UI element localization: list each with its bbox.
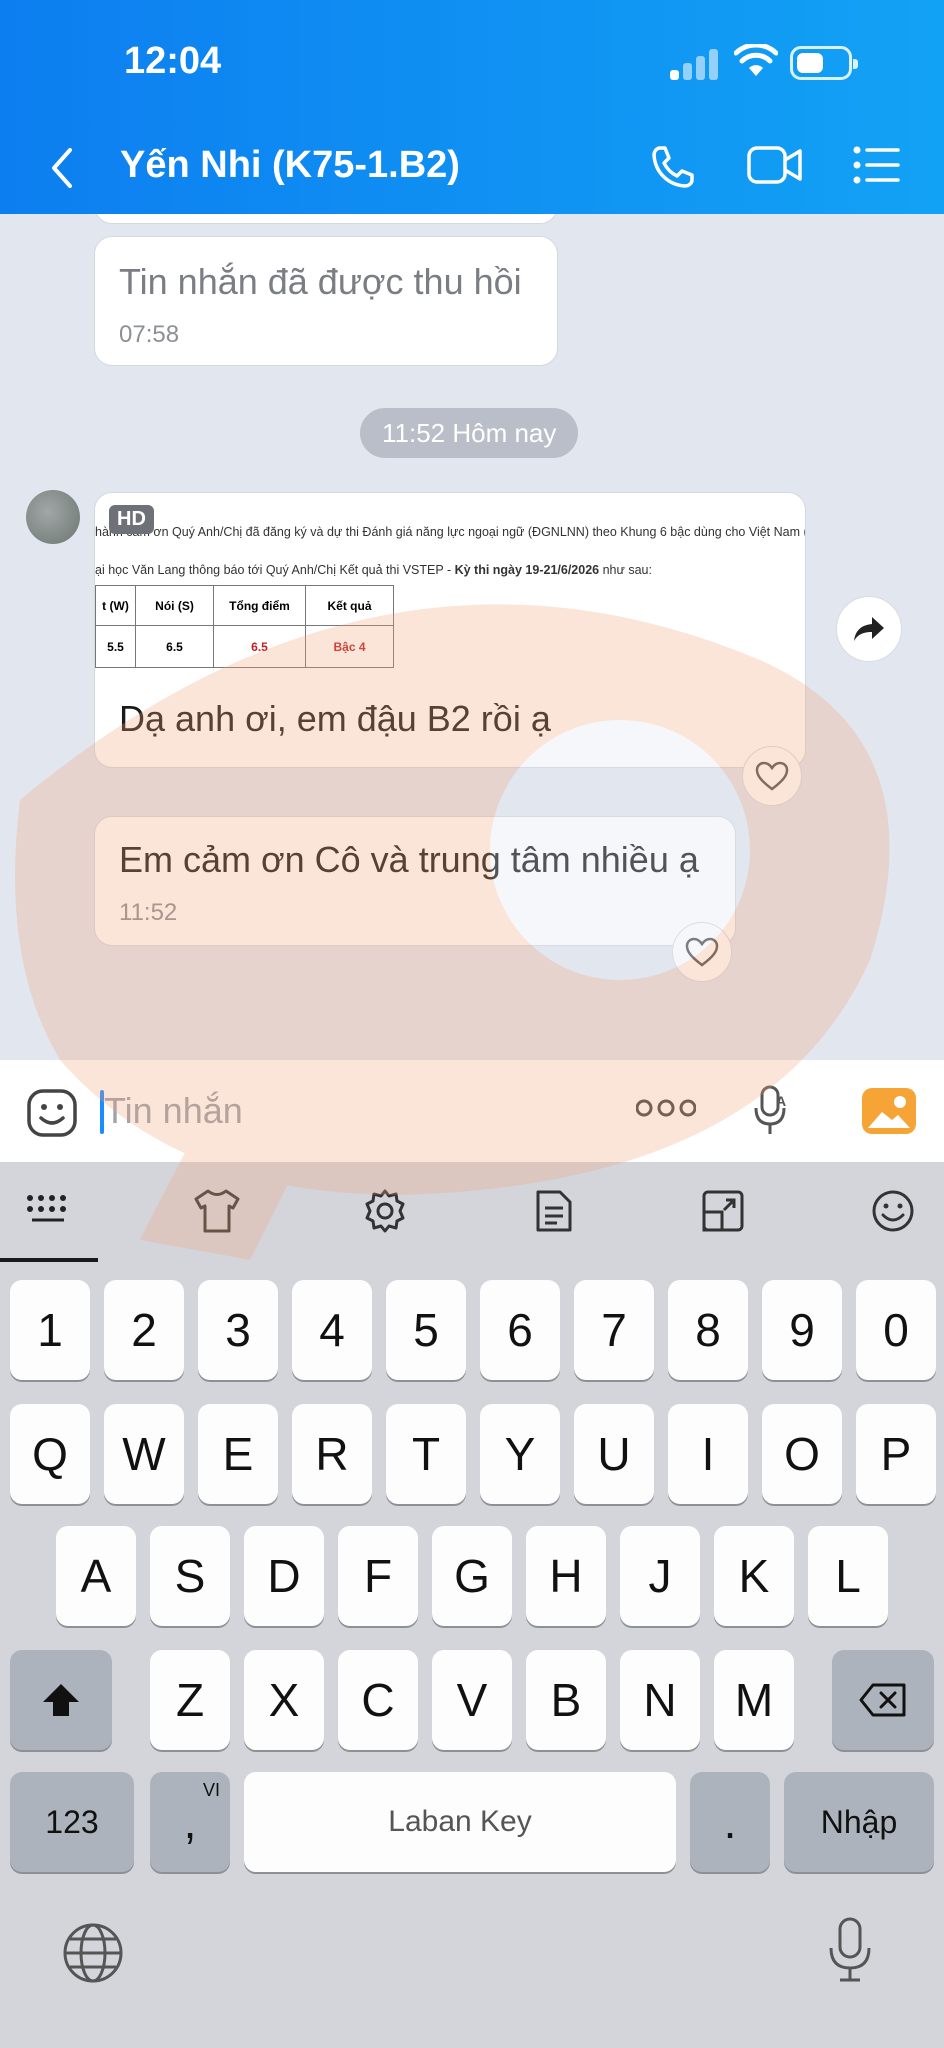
signal-icon (670, 48, 718, 80)
key-s[interactable]: S (150, 1526, 230, 1626)
key-5[interactable]: 5 (386, 1280, 466, 1380)
key-n[interactable]: N (620, 1650, 700, 1750)
image-message[interactable]: hành cảm ơn Quý Anh/Chị đã đăng ký và dự… (94, 492, 806, 768)
clipboard-icon[interactable] (534, 1188, 574, 1234)
wifi-icon (734, 44, 778, 76)
key-x[interactable]: X (244, 1650, 324, 1750)
key-b[interactable]: B (526, 1650, 606, 1750)
video-icon[interactable] (746, 142, 804, 188)
previous-message-bubble (94, 214, 558, 224)
menu-icon[interactable] (852, 142, 902, 188)
key-8[interactable]: 8 (668, 1280, 748, 1380)
share-button[interactable] (836, 596, 902, 662)
status-time: 12:04 (124, 40, 222, 82)
key-g[interactable]: G (432, 1526, 512, 1626)
backspace-key[interactable] (832, 1650, 934, 1750)
key-6[interactable]: 6 (480, 1280, 560, 1380)
react-button[interactable] (672, 922, 732, 982)
react-button[interactable] (742, 746, 802, 806)
message-time: 11:52 (119, 899, 178, 926)
sticker-icon[interactable] (26, 1088, 78, 1138)
recalled-text: Tin nhắn đã được thu hồi (119, 261, 522, 302)
key-o[interactable]: O (762, 1404, 842, 1504)
key-9[interactable]: 9 (762, 1280, 842, 1380)
space-key[interactable]: Laban Key (244, 1772, 676, 1872)
key-p[interactable]: P (856, 1404, 936, 1504)
key-e[interactable]: E (198, 1404, 278, 1504)
key-f[interactable]: F (338, 1526, 418, 1626)
key-d[interactable]: D (244, 1526, 324, 1626)
key-c[interactable]: C (338, 1650, 418, 1750)
conversation-title[interactable]: Yến Nhi (K75-1.B2) (120, 144, 460, 187)
doc-line-2: ại học Văn Lang thông báo tới Quý Anh/Ch… (95, 563, 652, 577)
key-u[interactable]: U (574, 1404, 654, 1504)
key-l[interactable]: L (808, 1526, 888, 1626)
dictation-icon[interactable] (826, 1916, 874, 1984)
recalled-message[interactable]: Tin nhắn đã được thu hồi 07:58 (94, 236, 558, 366)
message-input-bar: Tin nhắn A (0, 1060, 944, 1162)
theme-icon[interactable] (192, 1188, 242, 1234)
keyboard: 1 2 3 4 5 6 7 8 9 0 Q W E R T Y U I O P … (0, 1162, 944, 2048)
key-r[interactable]: R (292, 1404, 372, 1504)
chat-header: 12:04 Yến Nhi (K75-1.B2) (0, 0, 944, 214)
key-7[interactable]: 7 (574, 1280, 654, 1380)
key-3[interactable]: 3 (198, 1280, 278, 1380)
comma-key[interactable]: , VI (150, 1772, 230, 1872)
key-t[interactable]: T (386, 1404, 466, 1504)
settings-icon[interactable] (362, 1188, 408, 1234)
key-i[interactable]: I (668, 1404, 748, 1504)
doc-line-1: hành cảm ơn Quý Anh/Chị đã đăng ký và dự… (95, 525, 806, 539)
key-z[interactable]: Z (150, 1650, 230, 1750)
text-message[interactable]: Em cảm ơn Cô và trung tâm nhiều ạ 11:52 (94, 816, 736, 946)
key-a[interactable]: A (56, 1526, 136, 1626)
hd-badge: HD (109, 505, 154, 534)
forward-icon (854, 617, 884, 641)
key-2[interactable]: 2 (104, 1280, 184, 1380)
language-indicator: VI (202, 1780, 220, 1800)
emoji-icon[interactable] (870, 1188, 916, 1234)
photo-icon[interactable] (862, 1088, 916, 1134)
key-y[interactable]: Y (480, 1404, 560, 1504)
active-tab-indicator (0, 1258, 98, 1262)
enter-key[interactable]: Nhập (784, 1772, 934, 1872)
key-v[interactable]: V (432, 1650, 512, 1750)
message-text: Em cảm ơn Cô và trung tâm nhiều ạ (119, 839, 699, 880)
resize-icon[interactable] (700, 1188, 746, 1234)
key-4[interactable]: 4 (292, 1280, 372, 1380)
keyboard-icon[interactable] (24, 1188, 74, 1232)
key-j[interactable]: J (620, 1526, 700, 1626)
back-icon[interactable] (44, 144, 80, 192)
chat-area[interactable]: Tin nhắn đã được thu hồi 07:58 11:52 Hôm… (0, 214, 944, 1060)
heart-icon (685, 937, 719, 967)
phone-icon[interactable] (648, 142, 698, 192)
globe-icon[interactable] (62, 1922, 124, 1984)
key-1[interactable]: 1 (10, 1280, 90, 1380)
image-attachment[interactable]: hành cảm ơn Quý Anh/Chị đã đăng ký và dự… (95, 493, 806, 683)
key-m[interactable]: M (714, 1650, 794, 1750)
shift-icon (43, 1684, 79, 1716)
battery-icon (790, 46, 858, 80)
shift-key[interactable] (10, 1650, 112, 1750)
more-icon[interactable] (636, 1098, 696, 1118)
period-key[interactable]: . (690, 1772, 770, 1872)
voice-to-text-icon[interactable]: A (752, 1084, 792, 1138)
date-divider: 11:52 Hôm nay (360, 408, 579, 458)
numbers-key[interactable]: 123 (10, 1772, 134, 1872)
backspace-icon (859, 1683, 906, 1717)
key-k[interactable]: K (714, 1526, 794, 1626)
key-w[interactable]: W (104, 1404, 184, 1504)
score-table: t (W) Nói (S) Tổng điểm Kết quả 5.5 6.5 … (95, 585, 394, 668)
key-0[interactable]: 0 (856, 1280, 936, 1380)
message-input[interactable]: Tin nhắn (104, 1080, 604, 1142)
key-q[interactable]: Q (10, 1404, 90, 1504)
avatar[interactable] (26, 490, 80, 544)
svg-text:A: A (776, 1093, 786, 1109)
heart-icon (755, 761, 789, 791)
key-h[interactable]: H (526, 1526, 606, 1626)
image-caption: Dạ anh ơi, em đậu B2 rồi ạ (119, 698, 551, 739)
message-time: 07:58 (119, 321, 180, 348)
